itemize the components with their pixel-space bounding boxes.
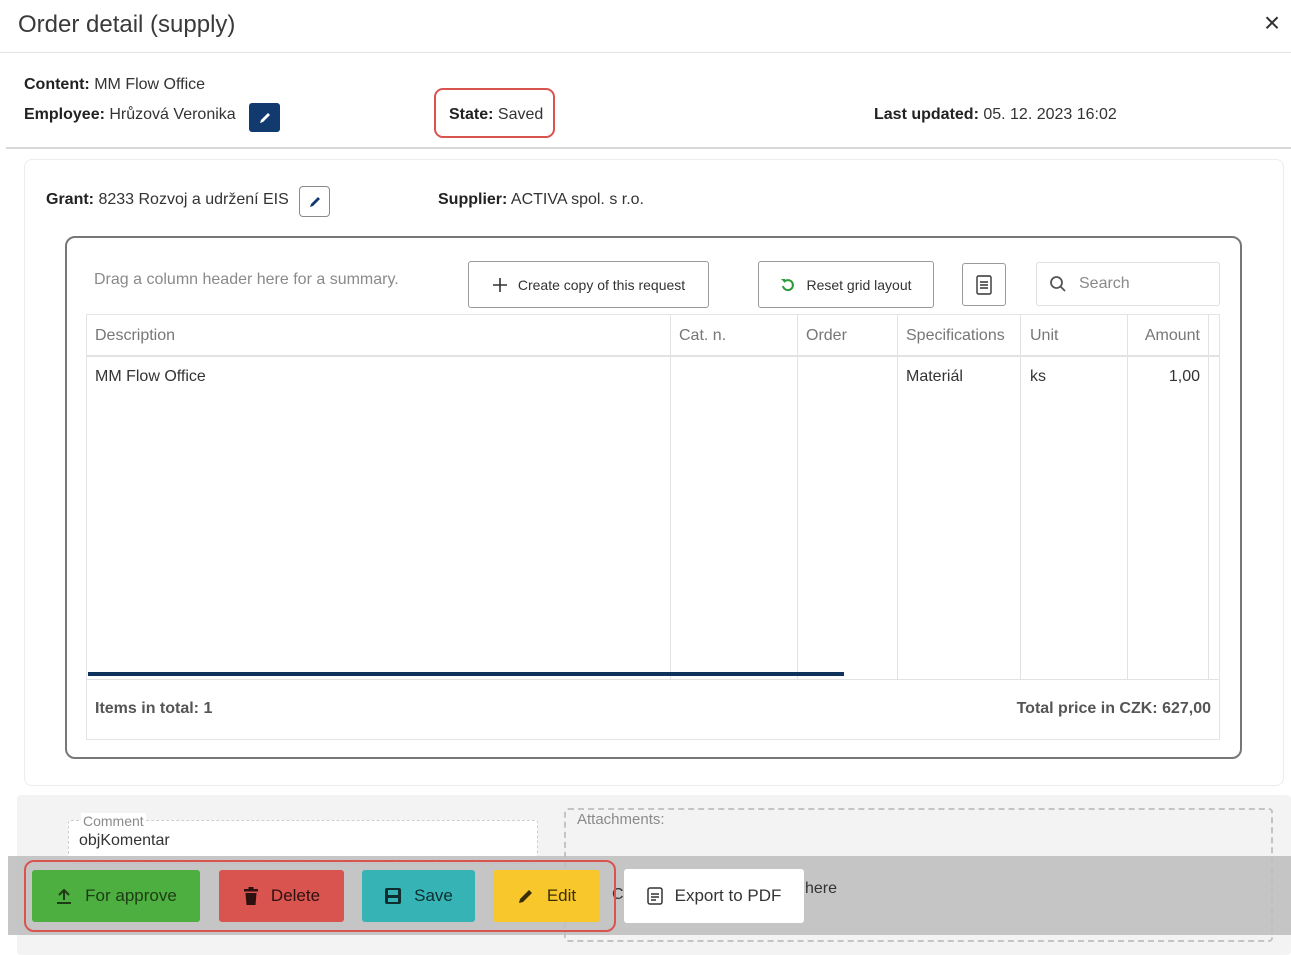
- for-approve-button[interactable]: For approve: [32, 870, 200, 922]
- upload-icon: [57, 888, 72, 904]
- last-updated-info: Last updated: 05. 12. 2023 16:02: [874, 106, 1117, 124]
- attachments-label: Attachments:: [577, 811, 665, 828]
- dialog-header: Order detail (supply) ×: [0, 0, 1291, 53]
- content-label: Content:: [24, 76, 90, 93]
- column-divider: [1208, 315, 1209, 680]
- pencil-icon: [259, 112, 270, 123]
- column-divider: [797, 315, 798, 680]
- group-panel-hint[interactable]: Drag a column header here for a summary.: [94, 271, 399, 289]
- pencil-icon: [518, 890, 532, 903]
- xlsx-export-icon: [976, 274, 992, 295]
- reset-icon: [781, 278, 795, 291]
- cell-unit[interactable]: ks: [1030, 368, 1046, 386]
- grant-value: 8233 Rozvoj a udržení EIS: [98, 191, 289, 208]
- employee-label: Employee:: [24, 106, 105, 123]
- export-xlsx-button[interactable]: [962, 263, 1006, 306]
- employee-info: Employee: Hrůzová Veronika: [24, 106, 236, 124]
- dropzone-hint: here: [805, 880, 838, 897]
- last-updated-label: Last updated:: [874, 106, 979, 123]
- column-divider: [670, 315, 671, 680]
- column-divider: [1020, 315, 1021, 680]
- export-pdf-label: Export to PDF: [674, 886, 782, 905]
- comment-value[interactable]: objKomentar: [79, 832, 170, 850]
- delete-button[interactable]: Delete: [219, 870, 344, 922]
- close-icon[interactable]: ×: [1259, 8, 1285, 38]
- employee-value: Hrůzová Veronika: [109, 106, 236, 123]
- dialog-title: Order detail (supply): [18, 11, 236, 38]
- comment-label: Comment: [81, 813, 146, 829]
- cell-amount[interactable]: 1,00: [1128, 368, 1200, 386]
- plus-icon: [492, 277, 507, 292]
- cell-specifications[interactable]: Materiál: [906, 368, 963, 386]
- edit-button[interactable]: Edit: [493, 870, 600, 922]
- delete-label: Delete: [270, 886, 321, 905]
- search-input[interactable]: [1079, 275, 1199, 293]
- supplier-value: ACTIVA spol. s r.o.: [510, 191, 644, 208]
- edit-label: Edit: [546, 886, 577, 905]
- edit-employee-button[interactable]: [249, 103, 280, 132]
- items-total: Items in total: 1: [95, 700, 213, 717]
- pdf-icon: [646, 887, 663, 905]
- save-label: Save: [414, 886, 453, 905]
- divider: [6, 147, 1291, 149]
- reset-grid-layout-button[interactable]: Reset grid layout: [758, 261, 934, 308]
- floppy-icon: [385, 888, 402, 904]
- horizontal-scrollbar[interactable]: [88, 672, 844, 676]
- column-header-unit[interactable]: Unit: [1021, 315, 1128, 357]
- for-approve-label: For approve: [85, 886, 177, 905]
- save-button[interactable]: Save: [362, 870, 475, 922]
- edit-grant-button[interactable]: [299, 186, 330, 217]
- supplier-info: Supplier: ACTIVA spol. s r.o.: [438, 191, 644, 209]
- grid-table: [86, 314, 1220, 740]
- column-header-specifications[interactable]: Specifications: [897, 315, 1021, 357]
- footer-separator: [87, 679, 1220, 680]
- total-price: Total price in CZK: 627,00: [1016, 700, 1211, 717]
- export-pdf-button[interactable]: Export to PDF: [624, 869, 804, 923]
- state-info: State: Saved: [449, 106, 543, 124]
- cell-description[interactable]: MM Flow Office: [95, 368, 206, 386]
- reset-grid-label: Reset grid layout: [806, 276, 912, 293]
- pencil-icon: [309, 196, 320, 207]
- content-value: MM Flow Office: [94, 76, 206, 93]
- column-divider: [897, 315, 898, 680]
- column-header-description[interactable]: Description: [86, 315, 670, 357]
- column-header-cat-n[interactable]: Cat. n.: [670, 315, 797, 357]
- create-copy-button[interactable]: Create copy of this request: [468, 261, 709, 308]
- grant-info: Grant: 8233 Rozvoj a udržení EIS: [46, 191, 289, 209]
- content-info: Content: MM Flow Office: [24, 76, 205, 94]
- create-copy-label: Create copy of this request: [517, 276, 686, 293]
- header-separator: [87, 355, 1220, 357]
- search-icon: [1050, 276, 1066, 292]
- grant-label: Grant:: [46, 191, 94, 208]
- state-label: State:: [449, 106, 494, 123]
- column-header-order[interactable]: Order: [797, 315, 898, 357]
- last-updated-value: 05. 12. 2023 16:02: [983, 106, 1117, 123]
- grid-search[interactable]: [1036, 262, 1220, 306]
- column-header-amount[interactable]: Amount: [1128, 315, 1208, 357]
- state-value: Saved: [497, 106, 544, 123]
- trash-icon: [243, 887, 258, 905]
- supplier-label: Supplier:: [438, 191, 508, 208]
